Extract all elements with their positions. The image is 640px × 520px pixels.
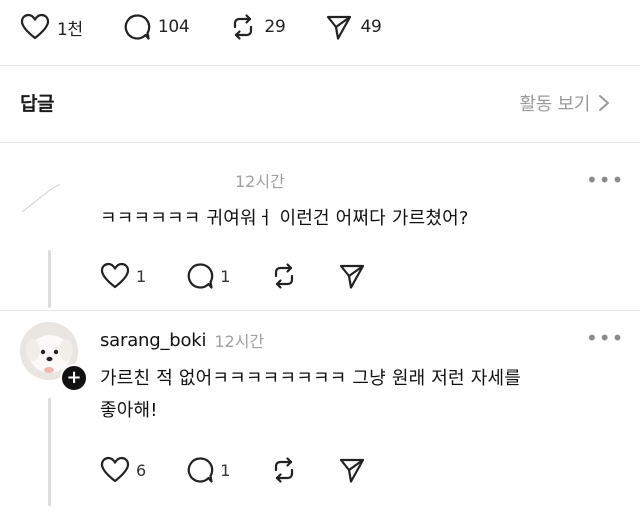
comment-button[interactable]: 104: [123, 13, 190, 41]
heart-icon: [20, 13, 50, 41]
follow-button[interactable]: +: [60, 364, 88, 392]
divider: [0, 142, 640, 143]
send-icon: [325, 13, 353, 41]
thread-line: [48, 250, 51, 308]
reply-button[interactable]: 1: [186, 262, 230, 290]
post-action-bar: 1천 104 29 49: [20, 10, 422, 44]
reply-button[interactable]: 1: [186, 456, 230, 484]
repost-icon: [229, 13, 257, 41]
divider: [0, 65, 640, 66]
comment-text: ㅋㅋㅋㅋㅋㅋ 귀여워ㅓ 이런건 어쩌다 가르쳤어?: [100, 208, 469, 229]
comment-bubble-icon: [186, 456, 214, 484]
repost-icon: [270, 262, 298, 290]
repost-button[interactable]: 29: [229, 13, 286, 41]
repost-count: 29: [264, 17, 286, 37]
heart-icon: [100, 456, 130, 484]
chevron-right-icon: [598, 94, 610, 112]
comment-bubble-icon: [123, 13, 151, 41]
thread-line: [48, 398, 51, 506]
comment-action-bar: 6 1: [100, 456, 406, 484]
replies-title: 답글: [20, 93, 54, 115]
plus-icon: +: [66, 367, 82, 388]
comment-bubble-icon: [186, 262, 214, 290]
comment-text-line-2: 좋아해!: [100, 400, 158, 421]
timestamp: 12시간: [214, 332, 265, 351]
share-button[interactable]: 49: [325, 13, 382, 41]
like-count: 6: [136, 460, 147, 480]
timestamp: 12시간: [235, 172, 285, 191]
share-count: 49: [360, 17, 382, 37]
comment-count: 104: [157, 17, 190, 37]
like-button[interactable]: 1천: [20, 13, 83, 41]
repost-button[interactable]: [270, 262, 298, 290]
divider: [0, 310, 640, 311]
avatar[interactable]: [20, 170, 72, 222]
share-button[interactable]: [338, 456, 366, 484]
username[interactable]: sarang_boki: [100, 330, 207, 351]
like-count: 1천: [57, 19, 83, 40]
reply-count: 1: [220, 266, 231, 286]
send-icon: [338, 456, 366, 484]
comment-text-line-1: 가르친 적 없어ㅋㅋㅋㅋㅋㅋㅋㅋ 그냥 원래 저런 자세를: [100, 368, 522, 389]
view-activity-link[interactable]: 활동 보기: [520, 90, 610, 116]
repost-icon: [270, 456, 298, 484]
share-button[interactable]: [338, 262, 366, 290]
comment-action-bar: 1 1: [100, 262, 406, 290]
more-dots-icon[interactable]: •••: [586, 326, 624, 350]
send-icon: [338, 262, 366, 290]
view-activity-label: 활동 보기: [519, 94, 591, 115]
reply-count: 1: [220, 460, 231, 480]
like-button[interactable]: 6: [100, 456, 146, 484]
comment-header: sarang_boki 12시간: [100, 327, 264, 353]
heart-icon: [100, 262, 130, 290]
like-button[interactable]: 1: [100, 262, 146, 290]
like-count: 1: [136, 266, 147, 286]
more-dots-icon[interactable]: •••: [586, 168, 624, 192]
repost-button[interactable]: [270, 456, 298, 484]
comment-header: 12시간: [100, 168, 285, 192]
